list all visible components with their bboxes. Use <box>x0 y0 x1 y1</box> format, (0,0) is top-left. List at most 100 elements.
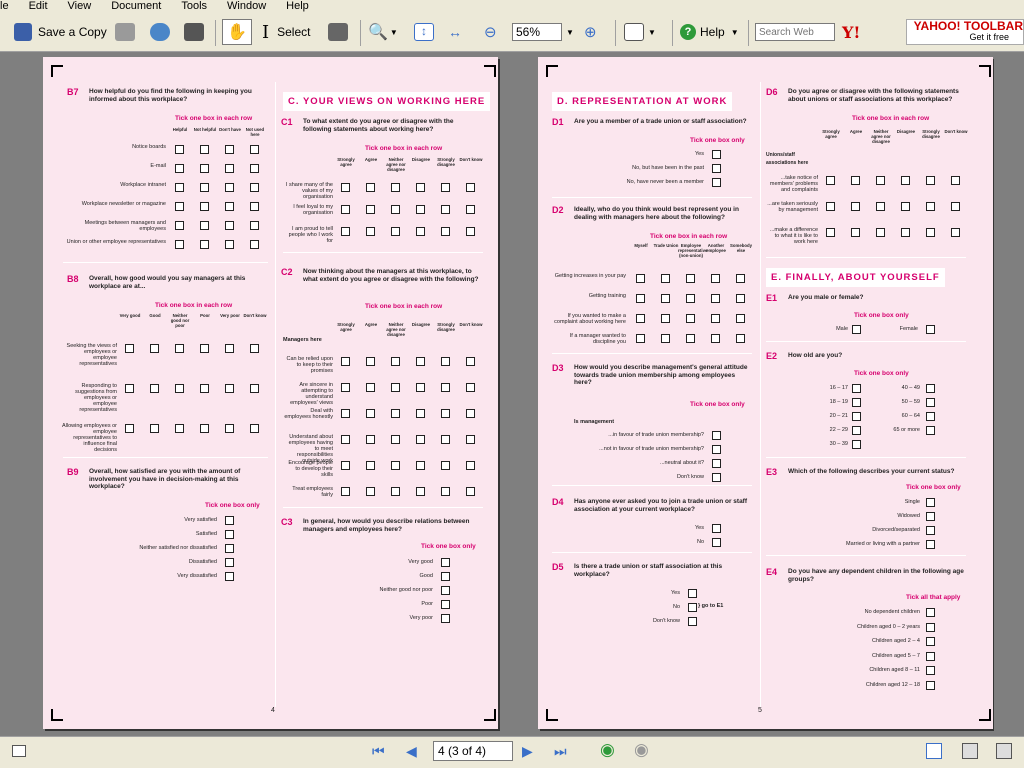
checkbox[interactable] <box>926 666 935 675</box>
checkbox[interactable] <box>951 176 960 185</box>
search-web-field[interactable] <box>755 23 835 41</box>
checkbox[interactable] <box>175 164 184 173</box>
checkbox[interactable] <box>926 426 935 435</box>
checkbox[interactable] <box>441 357 450 366</box>
checkbox[interactable] <box>200 384 209 393</box>
checkbox[interactable] <box>688 589 697 598</box>
checkbox[interactable] <box>711 314 720 323</box>
checkbox[interactable] <box>250 424 259 433</box>
checkbox[interactable] <box>150 344 159 353</box>
checkbox[interactable] <box>175 145 184 154</box>
menu-window[interactable]: Window <box>227 0 266 12</box>
checkbox[interactable] <box>416 383 425 392</box>
checkbox[interactable] <box>416 357 425 366</box>
checkbox[interactable] <box>466 409 475 418</box>
checkbox[interactable] <box>441 558 450 567</box>
checkbox[interactable] <box>712 459 721 468</box>
checkbox[interactable] <box>466 357 475 366</box>
checkbox[interactable] <box>661 314 670 323</box>
checkbox[interactable] <box>225 384 234 393</box>
checkbox[interactable] <box>901 228 910 237</box>
checkbox[interactable] <box>200 221 209 230</box>
checkbox[interactable] <box>712 524 721 533</box>
zoom-in-button[interactable]: ⊕ <box>584 19 597 45</box>
checkbox[interactable] <box>441 586 450 595</box>
checkbox[interactable] <box>926 637 935 646</box>
checkbox[interactable] <box>466 487 475 496</box>
checkbox[interactable] <box>712 150 721 159</box>
checkbox[interactable] <box>688 617 697 626</box>
hand-tool-button[interactable]: ✋ <box>222 19 252 45</box>
checkbox[interactable] <box>926 325 935 334</box>
checkbox[interactable] <box>225 145 234 154</box>
checkbox[interactable] <box>341 205 350 214</box>
checkbox[interactable] <box>441 435 450 444</box>
checkbox[interactable] <box>225 164 234 173</box>
checkbox[interactable] <box>661 274 670 283</box>
checkbox[interactable] <box>225 344 234 353</box>
fit-width-button[interactable]: ↔ <box>448 19 462 45</box>
checkbox[interactable] <box>391 487 400 496</box>
checkbox[interactable] <box>225 572 234 581</box>
checkbox[interactable] <box>712 473 721 482</box>
checkbox[interactable] <box>441 487 450 496</box>
checkbox[interactable] <box>416 435 425 444</box>
checkbox[interactable] <box>225 240 234 249</box>
checkbox[interactable] <box>852 440 861 449</box>
checkbox[interactable] <box>225 530 234 539</box>
checkbox[interactable] <box>416 487 425 496</box>
checkbox[interactable] <box>926 622 935 632</box>
zoom-in-tool-button[interactable]: 🔍 ▼ <box>368 19 398 45</box>
checkbox[interactable] <box>926 384 935 393</box>
checkbox[interactable] <box>926 608 935 617</box>
single-page-view-button[interactable] <box>926 743 942 759</box>
checkbox[interactable] <box>200 164 209 173</box>
checkbox[interactable] <box>441 383 450 392</box>
checkbox[interactable] <box>341 227 350 236</box>
checkbox[interactable] <box>826 202 835 211</box>
checkbox[interactable] <box>175 384 184 393</box>
checkbox[interactable] <box>926 412 935 421</box>
menu-le[interactable]: le <box>0 0 9 12</box>
checkbox[interactable] <box>712 164 721 173</box>
checkbox[interactable] <box>341 383 350 392</box>
checkbox[interactable] <box>125 344 134 353</box>
checkbox[interactable] <box>341 183 350 192</box>
checkbox[interactable] <box>826 176 835 185</box>
checkbox[interactable] <box>366 409 375 418</box>
checkbox[interactable] <box>926 498 935 507</box>
search-web-input[interactable] <box>755 19 835 45</box>
checkbox[interactable] <box>150 424 159 433</box>
checkbox[interactable] <box>391 205 400 214</box>
checkbox[interactable] <box>851 228 860 237</box>
checkbox[interactable] <box>391 435 400 444</box>
checkbox[interactable] <box>926 651 935 661</box>
checkbox[interactable] <box>366 487 375 496</box>
checkbox[interactable] <box>466 383 475 392</box>
checkbox[interactable] <box>341 487 350 496</box>
checkbox[interactable] <box>416 205 425 214</box>
checkbox[interactable] <box>901 202 910 211</box>
first-page-button[interactable]: ⏮ <box>372 743 385 760</box>
checkbox[interactable] <box>441 205 450 214</box>
checkbox[interactable] <box>686 294 695 303</box>
checkbox[interactable] <box>901 176 910 185</box>
checkbox[interactable] <box>441 614 450 623</box>
checkbox[interactable] <box>391 183 400 192</box>
checkbox[interactable] <box>250 384 259 393</box>
previous-page-button[interactable]: ◀ <box>406 743 417 760</box>
checkbox[interactable] <box>225 221 234 230</box>
print-button[interactable] <box>115 19 135 45</box>
checkbox[interactable] <box>250 164 259 173</box>
checkbox[interactable] <box>125 424 134 433</box>
checkbox[interactable] <box>366 357 375 366</box>
checkbox[interactable] <box>416 183 425 192</box>
checkbox[interactable] <box>441 183 450 192</box>
checkbox[interactable] <box>175 202 184 211</box>
page-layout-button[interactable]: ▼ <box>624 19 656 45</box>
yahoo-toolbar-promo[interactable]: YAHOO! TOOLBAR Get it free <box>906 19 1024 45</box>
checkbox[interactable] <box>736 314 745 323</box>
checkbox[interactable] <box>441 227 450 236</box>
checkbox[interactable] <box>926 202 935 211</box>
page-number-field[interactable]: 4 (3 of 4) <box>433 741 513 761</box>
